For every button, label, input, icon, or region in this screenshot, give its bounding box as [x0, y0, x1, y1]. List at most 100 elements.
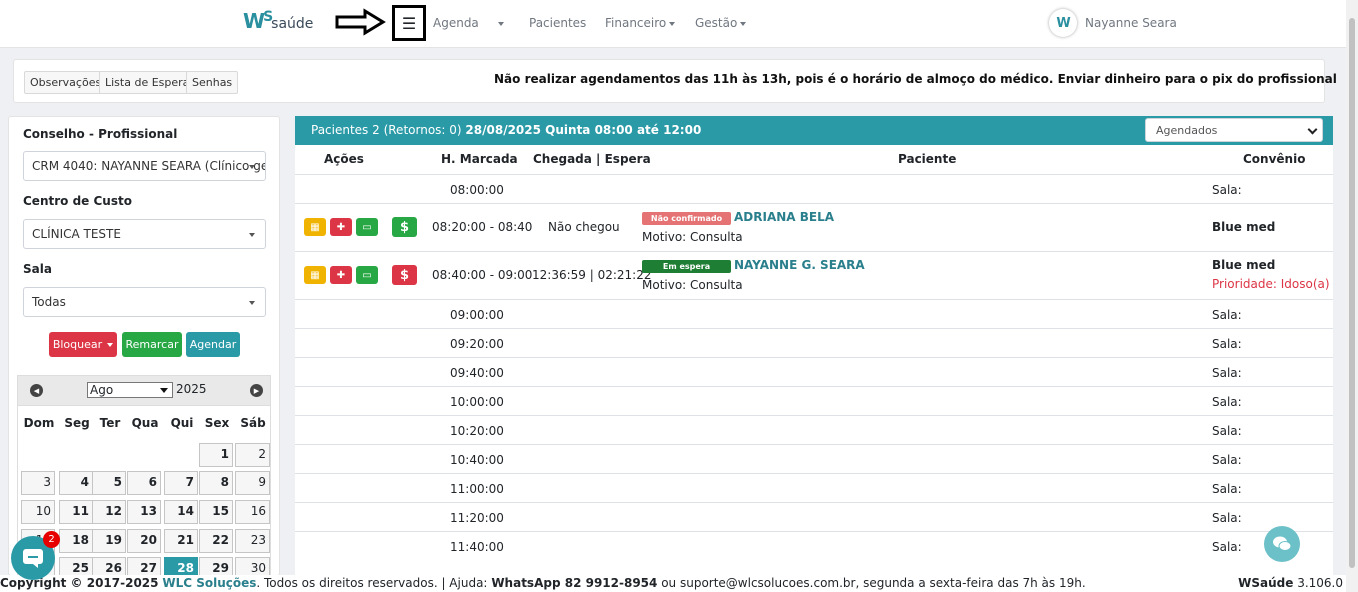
calendar-day[interactable]: 5 [92, 471, 126, 495]
appointment-row[interactable]: ▦ ✚ ▭ $08:20:00 - 08:40 Não chegou Não confir… [295, 203, 1333, 251]
col-paciente: Paciente [898, 152, 957, 166]
calendar-day[interactable]: 7 [164, 471, 198, 495]
scrollbar-thumb[interactable] [1349, 18, 1355, 568]
empty-slot-row[interactable]: 11:00:00 Sala: [295, 473, 1333, 502]
nav-gestao[interactable]: Gestão [695, 16, 747, 30]
calendar-day[interactable]: 8 [199, 471, 233, 495]
calendar-day[interactable]: 18 [59, 529, 93, 553]
nav-agenda[interactable]: Agenda [433, 16, 479, 30]
caret-down-icon [498, 21, 504, 26]
calendar-day[interactable]: 23 [235, 529, 270, 553]
nav-agenda-dropdown[interactable] [495, 16, 504, 30]
calendar-day[interactable]: 4 [59, 471, 93, 495]
confirmation-status-badge: Não confirmado [642, 212, 731, 225]
payment-dollar-icon[interactable]: $ [392, 217, 417, 237]
chat-bubble-icon [23, 549, 43, 568]
senhas-button[interactable]: Senhas [186, 71, 239, 94]
empty-slot-row[interactable]: 10:20:00 Sala: [295, 415, 1333, 444]
empty-slot-row[interactable]: 08:00:00 Sala: [295, 174, 1333, 203]
calendar-day[interactable]: 10 [21, 500, 55, 524]
nav-financeiro[interactable]: Financeiro [605, 16, 676, 30]
calendar-day[interactable]: 15 [199, 500, 233, 524]
empty-slot-row[interactable]: 10:40:00 Sala: [295, 444, 1333, 473]
calendar-day[interactable]: 22 [199, 529, 233, 553]
sala-select[interactable]: Todas [23, 287, 266, 317]
arrival-wait: Não chegou [548, 220, 620, 234]
calendar-day[interactable]: 14 [164, 500, 198, 524]
empty-slot-row[interactable]: 09:40:00 Sala: [295, 357, 1333, 386]
calendar-weekday: Dom [23, 416, 55, 430]
calendar-day[interactable]: 25 [59, 557, 93, 575]
calendar-day[interactable]: 9 [235, 471, 270, 495]
col-hora-marcada: H. Marcada [441, 152, 518, 166]
chevron-down-icon [1307, 124, 1318, 135]
nav-pacientes[interactable]: Pacientes [529, 16, 586, 30]
sala-label: Sala: [1212, 511, 1242, 525]
conselho-select[interactable]: CRM 4040: NAYANNE SEARA (Clínico ge… [23, 151, 266, 181]
sala-label: Sala: [1212, 308, 1242, 322]
empty-slot-row[interactable]: 09:00:00 Sala: [295, 299, 1333, 328]
calendar-day[interactable]: 12 [92, 500, 126, 524]
medical-cross-icon[interactable]: ✚ [330, 266, 352, 284]
page-scrollbar[interactable] [1346, 0, 1358, 592]
calendar-day[interactable]: 29 [199, 557, 233, 575]
payment-dollar-icon[interactable]: $ [392, 265, 417, 285]
calendar-day[interactable]: 27 [127, 557, 161, 575]
remarcar-button[interactable]: Remarcar [122, 332, 182, 357]
caret-down-icon [107, 342, 114, 347]
calendar-day[interactable]: 19 [92, 529, 126, 553]
logo-mark: W [243, 9, 265, 33]
appointment-row[interactable]: ▦ ✚ ▭ $08:40:00 - 09:00 12:36:59 | 02:21:22 E… [295, 251, 1333, 299]
patient-name-link[interactable]: NAYANNE G. SEARA [734, 258, 865, 272]
calendar-day[interactable]: 20 [127, 529, 161, 553]
monitor-icon[interactable]: ▭ [356, 266, 378, 284]
calendar-day[interactable]: 16 [235, 500, 270, 524]
calendar-day[interactable]: 11 [59, 500, 93, 524]
calendar-weekday: Qua [131, 416, 159, 430]
calendar-icon[interactable]: ▦ [304, 218, 326, 236]
empty-slot-row[interactable]: 09:20:00 Sala: [295, 328, 1333, 357]
agendar-button[interactable]: Agendar [186, 332, 240, 357]
patient-name-link[interactable]: ADRIANA BELA [734, 210, 834, 224]
company-link[interactable]: WLC Soluções [162, 576, 256, 590]
slot-time: 09:40:00 [450, 366, 504, 380]
prev-month-icon[interactable]: ◀ [30, 384, 43, 397]
next-month-icon[interactable]: ▶ [250, 384, 263, 397]
calendar-day[interactable]: 3 [21, 471, 55, 495]
centro-custo-label: Centro de Custo [23, 194, 132, 208]
lista-espera-button[interactable]: Lista de Espera [99, 71, 196, 94]
filters-panel: Conselho - Profissional CRM 4040: NAYANN… [8, 116, 280, 576]
calendar-header: ◀ Ago 2025 ▶ [18, 376, 270, 406]
calendar-day[interactable]: 13 [127, 500, 161, 524]
slot-time: 11:40:00 [450, 540, 504, 554]
appointment-reason: Motivo: Consulta [642, 278, 743, 292]
sala-label: Sala: [1212, 395, 1242, 409]
calendar-day[interactable]: 6 [127, 471, 161, 495]
month-select[interactable]: Ago [87, 382, 173, 398]
calendar-weekday: Ter [99, 416, 121, 430]
centro-custo-select[interactable]: CLÍNICA TESTE [23, 219, 266, 249]
empty-slot-row[interactable]: 11:40:00 Sala: [295, 531, 1333, 560]
medical-cross-icon[interactable]: ✚ [330, 218, 352, 236]
slot-time: 11:20:00 [450, 511, 504, 525]
calendar-day[interactable]: 1 [199, 443, 233, 467]
support-chat-button[interactable] [1264, 526, 1300, 562]
wsaude-logo[interactable]: WSsaúde [243, 9, 313, 33]
status-filter-select[interactable]: Agendados [1145, 118, 1323, 142]
bloquear-button[interactable]: Bloquear [49, 332, 117, 357]
appointment-time: 08:40:00 - 09:00 [432, 268, 533, 282]
calendar-day-today[interactable]: 28 [164, 557, 198, 575]
empty-slot-row[interactable]: 11:20:00 Sala: [295, 502, 1333, 531]
calendar-day[interactable]: 30 [235, 557, 270, 575]
calendar-day[interactable]: 21 [164, 529, 198, 553]
user-name[interactable]: Nayanne Seara [1085, 16, 1177, 30]
calendar-day[interactable]: 26 [92, 557, 126, 575]
calendar-day[interactable]: 2 [235, 443, 270, 467]
observacoes-button[interactable]: Observações [24, 71, 108, 94]
chat-bubbles-icon [1273, 536, 1292, 551]
monitor-icon[interactable]: ▭ [356, 218, 378, 236]
hamburger-menu-button[interactable]: ☰ [392, 5, 426, 41]
empty-slot-row[interactable]: 10:00:00 Sala: [295, 386, 1333, 415]
calendar-icon[interactable]: ▦ [304, 266, 326, 284]
user-avatar[interactable]: W [1049, 9, 1077, 37]
